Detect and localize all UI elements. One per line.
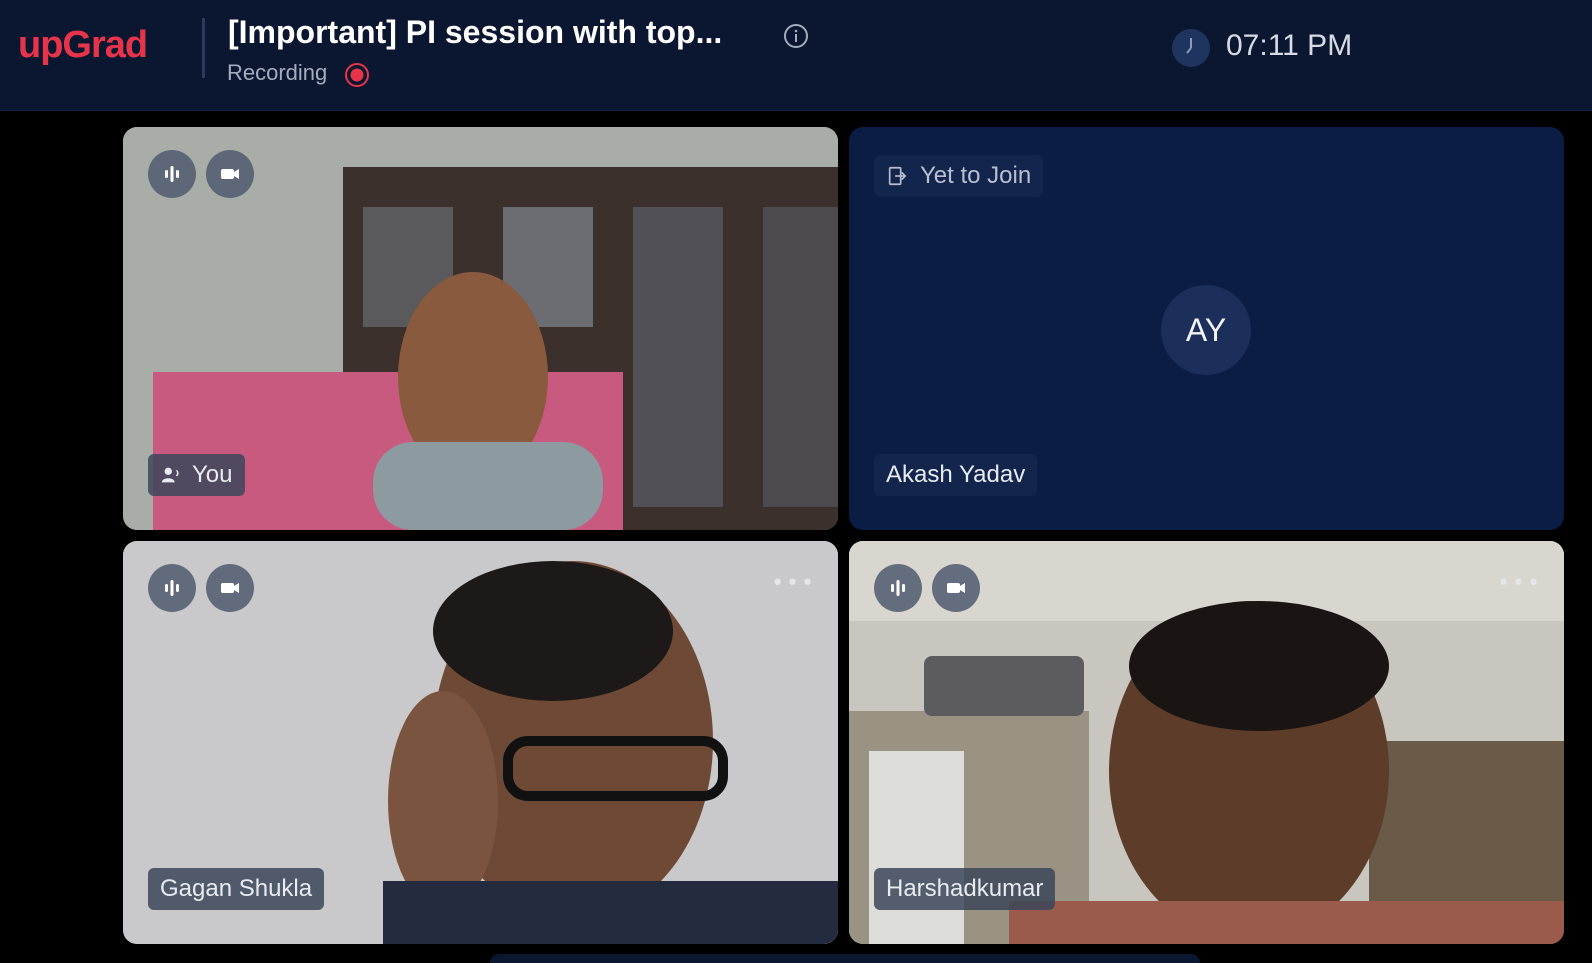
header-divider xyxy=(202,18,205,78)
more-icon[interactable]: ••• xyxy=(771,571,816,596)
participant-name-harshadkumar: Harshadkumar xyxy=(874,868,1056,910)
participant-name-akash-yadav: Akash Yadav xyxy=(874,454,1038,496)
bottom-control-bar[interactable] xyxy=(490,954,1200,963)
top-bar: upGrad [Important] PI session with top..… xyxy=(0,0,1592,111)
participant-tile-akash-yadav[interactable]: Yet to Join AY Akash Yadav xyxy=(849,127,1564,530)
join-status-badge: Yet to Join xyxy=(874,155,1044,197)
camera-icon[interactable] xyxy=(932,564,980,612)
participant-tile-you[interactable]: You xyxy=(123,127,838,530)
avatar: AY xyxy=(1161,285,1251,375)
exit-icon xyxy=(886,165,920,187)
recording-label: Recording xyxy=(227,60,328,85)
record-icon xyxy=(344,62,370,88)
more-icon[interactable]: ••• xyxy=(1497,571,1542,596)
clock-icon xyxy=(1171,28,1211,68)
upgrad-logo: upGrad xyxy=(18,24,148,66)
participant-tile-gagan-shukla[interactable]: ••• Gagan Shukla xyxy=(123,541,838,944)
mic-icon[interactable] xyxy=(874,564,922,612)
speaker-icon xyxy=(160,464,182,486)
info-icon[interactable] xyxy=(782,22,810,50)
session-title: [Important] PI session with top... xyxy=(228,14,723,50)
participant-name-you: You xyxy=(148,454,245,496)
camera-icon[interactable] xyxy=(206,564,254,612)
mic-icon[interactable] xyxy=(148,564,196,612)
current-time: 07:11 PM xyxy=(1226,29,1353,62)
camera-icon[interactable] xyxy=(206,150,254,198)
participant-tile-harshadkumar[interactable]: ••• Harshadkumar xyxy=(849,541,1564,944)
mic-icon[interactable] xyxy=(148,150,196,198)
participant-name-gagan-shukla: Gagan Shukla xyxy=(148,868,325,910)
